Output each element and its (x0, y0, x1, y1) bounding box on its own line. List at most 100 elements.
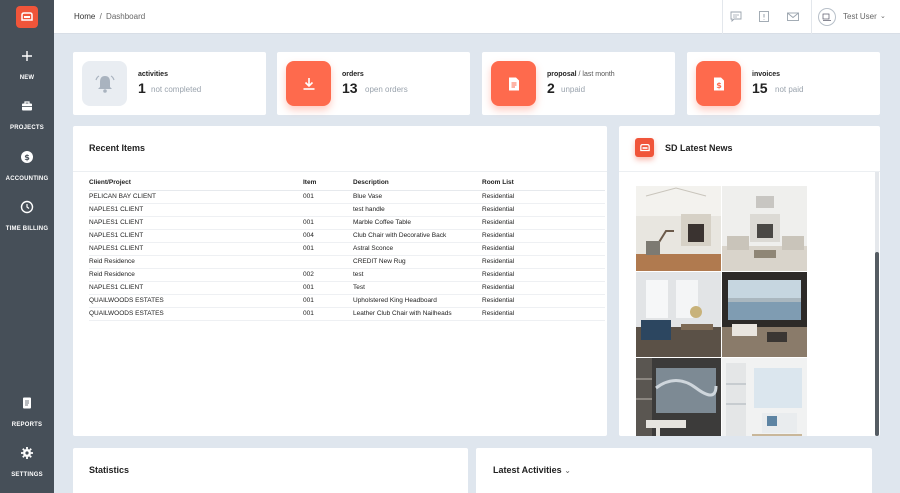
chevron-down-icon[interactable]: ⌄ (564, 466, 571, 475)
sidebar-item-label: TIME BILLING (5, 226, 49, 232)
table-cell: NAPLES1 CLIENT (89, 203, 303, 217)
table-cell: Upholstered King Headboard (353, 294, 482, 308)
plus-icon (22, 51, 32, 61)
breadcrumb: Home / Dashboard (74, 12, 145, 21)
table-row[interactable]: QUAILWOODS ESTATES 001 Upholstered King He… (89, 294, 605, 308)
table-cell: Test (353, 281, 482, 295)
scrollbar-thumb[interactable] (875, 252, 879, 436)
recent-items-title: Recent Items (89, 143, 146, 153)
stat-card-activities[interactable]: activities 1 not completed (73, 52, 266, 115)
chevron-down-icon[interactable]: ⌄ (880, 12, 886, 20)
latest-activities-panel: Latest Activities ⌄ (476, 448, 872, 493)
column-header[interactable]: Description (353, 176, 482, 191)
recent-items-table: Client/Project Item Description Room Lis… (89, 176, 605, 321)
table-row[interactable]: NAPLES1 CLIENT 001 Marble Coffee Table Resi… (89, 216, 605, 230)
notice-icon[interactable] (758, 11, 770, 22)
table-cell (303, 255, 353, 269)
table-cell: test (353, 268, 482, 282)
chat-icon[interactable] (730, 11, 742, 22)
briefcase-icon (22, 101, 32, 111)
recent-items-panel: Recent Items Client/Project Item Descrip… (73, 126, 607, 436)
sidebar-item-settings[interactable]: SETTINGS (0, 446, 54, 481)
column-header[interactable]: Client/Project (89, 176, 303, 191)
news-photo[interactable] (636, 272, 721, 357)
table-row[interactable]: NAPLES1 CLIENT 001 Test Residential (89, 281, 605, 295)
table-row[interactable]: NAPLES1 CLIENT test handle Residential (89, 203, 605, 217)
table-cell: Club Chair with Decorative Back (353, 229, 482, 243)
news-photo[interactable] (636, 186, 721, 271)
panel-divider (619, 171, 880, 172)
stat-count: 13 (342, 80, 358, 96)
news-photo[interactable] (722, 358, 807, 436)
news-photo[interactable] (722, 186, 807, 271)
avatar[interactable] (818, 8, 836, 26)
stat-count: 2 (547, 80, 555, 96)
stat-card-invoices[interactable]: $ invoices 15 not paid (687, 52, 880, 115)
table-row[interactable]: Reid Residence CREDIT New Rug Residential (89, 255, 605, 269)
sidebar: NEW PROJECTS $ ACCOUNTING TIME BILLING R… (0, 0, 54, 493)
invoice-icon: $ (696, 61, 741, 106)
breadcrumb-home[interactable]: Home (74, 12, 95, 21)
stat-title: invoices (752, 71, 781, 78)
table-cell: Residential (482, 268, 605, 282)
stat-description: not completed (151, 85, 202, 94)
stat-card-orders[interactable]: orders 13 open orders (277, 52, 470, 115)
news-photo[interactable] (636, 358, 721, 436)
table-cell: Residential (482, 190, 605, 204)
table-row[interactable]: NAPLES1 CLIENT 004 Club Chair with Decorat… (89, 229, 605, 243)
sidebar-item-accounting[interactable]: $ ACCOUNTING (0, 150, 54, 185)
table-cell: CREDIT New Rug (353, 255, 482, 269)
latest-activities-title[interactable]: Latest Activities ⌄ (493, 465, 571, 475)
sidebar-item-time-billing[interactable]: TIME BILLING (0, 200, 54, 235)
table-cell: NAPLES1 CLIENT (89, 229, 303, 243)
table-cell: 002 (303, 268, 353, 282)
stat-description: open orders (365, 85, 408, 94)
table-cell: Marble Coffee Table (353, 216, 482, 230)
table-cell: NAPLES1 CLIENT (89, 281, 303, 295)
table-row[interactable]: NAPLES1 CLIENT 001 Astral Sconce Residentia… (89, 242, 605, 256)
latest-news-panel: SD Latest News (619, 126, 880, 436)
sidebar-item-label: NEW (19, 75, 35, 81)
statistics-title: Statistics (89, 465, 130, 475)
sidebar-item-label: PROJECTS (10, 125, 44, 131)
document-icon (23, 397, 31, 409)
table-cell: 001 (303, 216, 353, 230)
table-cell: Residential (482, 242, 605, 256)
sidebar-item-reports[interactable]: REPORTS (0, 396, 54, 431)
table-row[interactable]: Reid Residence 002 test Residential (89, 268, 605, 282)
stat-card-proposal[interactable]: proposal / last month 2 unpaid (482, 52, 675, 115)
table-cell: 001 (303, 190, 353, 204)
sidebar-item-projects[interactable]: PROJECTS (0, 99, 54, 134)
stat-count: 1 (138, 80, 146, 96)
table-cell: Reid Residence (89, 255, 303, 269)
table-cell: PELICAN BAY CLIENT (89, 190, 303, 204)
gear-icon (21, 447, 33, 459)
table-cell: test handle (353, 203, 482, 217)
proposal-document-icon (491, 61, 536, 106)
table-cell: Residential (482, 216, 605, 230)
sidebar-item-new[interactable]: NEW (0, 49, 54, 84)
table-cell (303, 203, 353, 217)
table-cell: 004 (303, 229, 353, 243)
dollar-icon: $ (21, 151, 33, 163)
news-scrollbar[interactable] (875, 172, 879, 436)
app-logo-icon[interactable] (16, 6, 38, 28)
stat-title: proposal / last month (547, 71, 615, 78)
table-row[interactable]: QUAILWOODS ESTATES 001 Leather Club Chair … (89, 307, 605, 321)
user-name[interactable]: Test User (843, 12, 877, 21)
column-header[interactable]: Item (303, 176, 353, 191)
table-row[interactable]: PELICAN BAY CLIENT 001 Blue Vase Residentia… (89, 190, 605, 204)
table-cell: Blue Vase (353, 190, 482, 204)
header-divider (811, 0, 812, 34)
stat-description: unpaid (561, 85, 586, 94)
stat-title: activities (138, 71, 168, 78)
table-cell: Residential (482, 203, 605, 217)
table-cell: Residential (482, 255, 605, 269)
stat-count: 15 (752, 80, 768, 96)
table-cell: Astral Sconce (353, 242, 482, 256)
news-photo[interactable] (722, 272, 807, 357)
header-divider (722, 0, 723, 34)
table-cell: NAPLES1 CLIENT (89, 216, 303, 230)
column-header[interactable]: Room List (482, 176, 605, 191)
mail-icon[interactable] (787, 11, 799, 22)
